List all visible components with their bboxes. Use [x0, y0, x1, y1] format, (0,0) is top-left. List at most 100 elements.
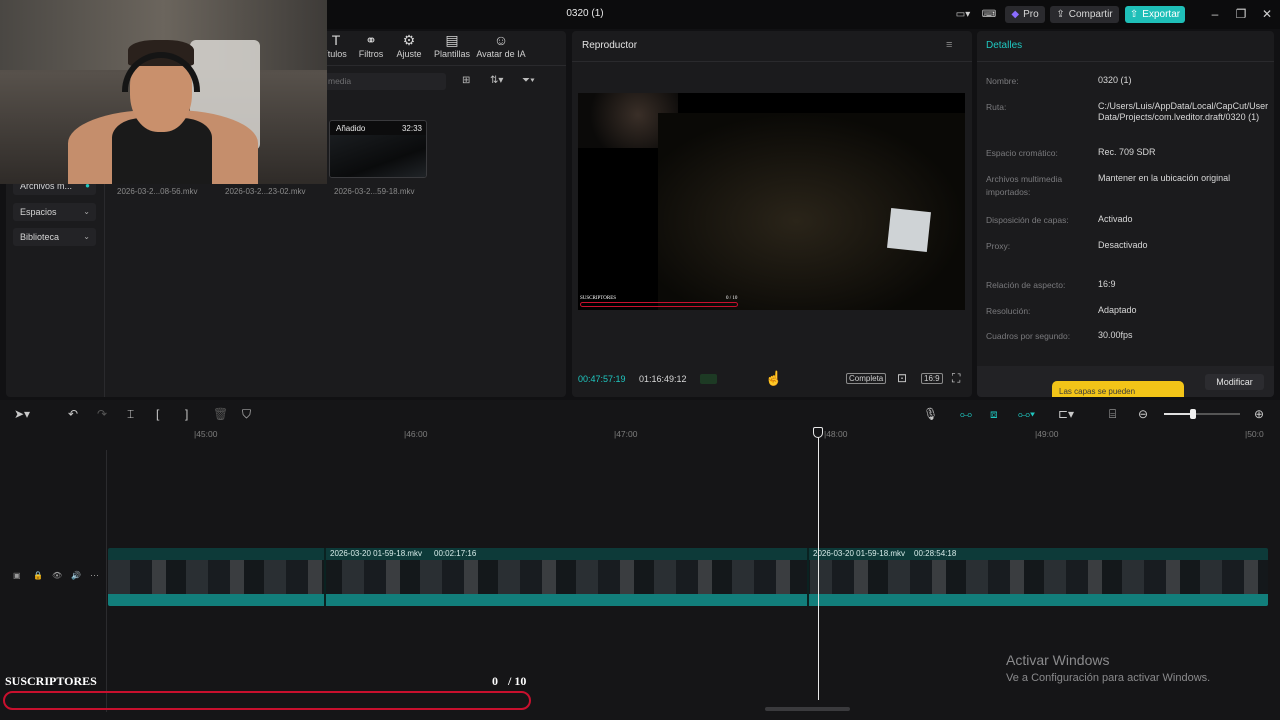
- clip-name: 2026-03-20 01-59-18.mkv: [330, 549, 423, 558]
- tab-ai-avatar[interactable]: ☺ Avatar de IA: [475, 33, 527, 59]
- ruler-tick: |50:0: [1245, 429, 1264, 439]
- detail-value: 0320 (1): [1098, 75, 1132, 85]
- more-icon[interactable]: ⋯: [90, 570, 99, 581]
- volume-icon[interactable]: 🔊: [71, 571, 81, 580]
- cover-icon[interactable]: ▣: [13, 571, 21, 580]
- share-button[interactable]: ⇪ Compartir: [1050, 6, 1119, 23]
- ruler-tick: |48:00: [824, 429, 848, 439]
- zoom-out-icon[interactable]: ⊖: [1138, 407, 1148, 421]
- chevron-down-icon: ⌄: [83, 232, 90, 241]
- detail-label: Espacio cromático:: [986, 148, 1058, 158]
- subscribers-count: 0: [492, 674, 498, 688]
- subscribers-goal: / 10: [508, 674, 527, 688]
- detail-value: Desactivado: [1098, 240, 1148, 250]
- filter-icon[interactable]: ⏷▾: [522, 75, 535, 86]
- delete-icon[interactable]: 🗑: [213, 407, 228, 421]
- tab-adjust[interactable]: ⚙ Ajuste: [393, 33, 425, 59]
- ai-avatar-icon: ☺: [493, 32, 509, 48]
- total-time: 01:16:49:12: [639, 374, 687, 384]
- clip-duration: 00:02:17:16: [434, 549, 477, 558]
- thumbnail-image: [330, 135, 426, 177]
- timeline-scrollbar[interactable]: [765, 707, 850, 711]
- layers-tooltip: Las capas se pueden: [1052, 381, 1184, 397]
- video-track[interactable]: 2026-03-20 01-59-18.mkv 00:02:17:16 2026…: [108, 548, 1268, 606]
- link-main-track-icon[interactable]: ⧟: [960, 407, 972, 422]
- pro-button[interactable]: ◆ Pro: [1005, 6, 1045, 23]
- divider: [572, 61, 972, 62]
- lock-icon[interactable]: 🔒: [33, 571, 43, 580]
- link-icon[interactable]: ⧟▾: [1018, 407, 1035, 422]
- full-quality-button[interactable]: Completa: [846, 373, 887, 384]
- modify-button[interactable]: Modificar: [1205, 374, 1264, 390]
- keyboard-icon[interactable]: ⌨: [980, 6, 998, 23]
- menu-icon[interactable]: ≡: [946, 39, 952, 51]
- preview-axis-icon[interactable]: ⊏▾: [1058, 407, 1074, 421]
- playhead[interactable]: [818, 434, 819, 700]
- detail-value: 16:9: [1098, 279, 1116, 289]
- microphone-icon[interactable]: 🎙: [923, 407, 938, 421]
- phone-screen: [887, 208, 931, 252]
- subscribers-label: SUSCRIPTORES: [5, 674, 97, 688]
- playhead-handle[interactable]: [813, 427, 823, 438]
- clip-thumbnails: [108, 560, 1268, 594]
- close-icon[interactable]: ✕: [1257, 6, 1277, 22]
- activation-watermark-subtitle: Ve a Configuración para activar Windows.: [1006, 672, 1211, 684]
- clip-duration: 00:28:54:18: [914, 549, 957, 558]
- media-file-name: 2026-03-2...23-02.mkv: [225, 187, 306, 196]
- detail-label: Nombre:: [986, 76, 1019, 86]
- tab-templates[interactable]: ▤ Plantillas: [430, 33, 474, 59]
- search-input[interactable]: media: [320, 73, 446, 90]
- detail-label: Ruta:: [986, 102, 1007, 112]
- detail-value: Mantener en la ubicación original: [1098, 173, 1231, 183]
- fullscreen-icon[interactable]: ⛶: [952, 371, 960, 386]
- detail-value: Adaptado: [1098, 305, 1137, 315]
- export-button[interactable]: ⇧ Exportar: [1125, 6, 1185, 23]
- detail-value: Rec. 709 SDR: [1098, 147, 1156, 157]
- detail-label: Proxy:: [986, 241, 1011, 251]
- zoom-fit-icon[interactable]: ⊡: [897, 371, 907, 385]
- player-title: Reproductor: [582, 40, 638, 51]
- sort-icon[interactable]: ⇅▾: [490, 75, 503, 86]
- overlay-count: 0 / 10: [726, 296, 738, 301]
- ruler-tick: |46:00: [404, 429, 428, 439]
- grid-view-icon[interactable]: ⊞: [462, 75, 470, 86]
- layout-icon: ▭▾: [955, 9, 971, 20]
- detail-label: Cuadros por segundo:: [986, 331, 1071, 341]
- layout-menu-button[interactable]: ▭▾: [950, 6, 976, 23]
- sidebar-item-spaces[interactable]: Espacios ⌄: [13, 203, 96, 221]
- details-title: Detalles: [986, 40, 1023, 51]
- restore-icon[interactable]: ❐: [1231, 6, 1251, 22]
- caption-icon[interactable]: ⌸: [1109, 407, 1116, 422]
- media-file-name: 2026-03-2...08-56.mkv: [117, 187, 198, 196]
- audio-meter-icon: [700, 374, 717, 384]
- split-icon[interactable]: ⌶: [127, 407, 134, 422]
- select-tool-icon[interactable]: ➤▾: [14, 407, 30, 421]
- tab-filters[interactable]: ⚭ Filtros: [355, 33, 387, 59]
- video-preview: SUSCRIPTORES 0 / 10: [578, 93, 965, 310]
- redo-icon[interactable]: ↷: [97, 407, 107, 421]
- subscribers-progress-bar: [3, 691, 531, 710]
- trim-right-icon[interactable]: ]: [185, 407, 188, 421]
- media-thumbnail[interactable]: Añadido 32:33: [329, 120, 427, 178]
- magnet-icon[interactable]: ⧈: [990, 407, 998, 422]
- adjust-icon: ⚙: [402, 32, 416, 48]
- detail-value: C:/Users/Luis/AppData/Local/CapCut/User …: [1098, 101, 1269, 122]
- zoom-in-icon[interactable]: ⊕: [1254, 407, 1264, 421]
- audio-waveform: [108, 594, 1268, 606]
- chevron-down-icon: ⌄: [83, 207, 90, 216]
- zoom-slider-handle[interactable]: [1190, 409, 1196, 419]
- sidebar-item-library[interactable]: Biblioteca ⌄: [13, 228, 96, 246]
- trim-left-icon[interactable]: [: [156, 407, 159, 421]
- minimize-icon[interactable]: –: [1205, 6, 1225, 22]
- ruler-tick: |47:00: [614, 429, 638, 439]
- templates-icon: ▤: [445, 32, 459, 48]
- overlay-title: SUSCRIPTORES: [580, 296, 617, 301]
- overlay-progress-bar: [580, 302, 738, 307]
- webcam-overlay: [0, 0, 327, 184]
- ruler-tick: |45:00: [194, 429, 218, 439]
- eye-icon[interactable]: 👁: [52, 571, 62, 580]
- duration-label: 32:33: [401, 124, 422, 133]
- marker-icon[interactable]: ⛉: [242, 407, 251, 422]
- undo-icon[interactable]: ↶: [68, 407, 78, 421]
- aspect-ratio-button[interactable]: 16:9: [921, 373, 943, 384]
